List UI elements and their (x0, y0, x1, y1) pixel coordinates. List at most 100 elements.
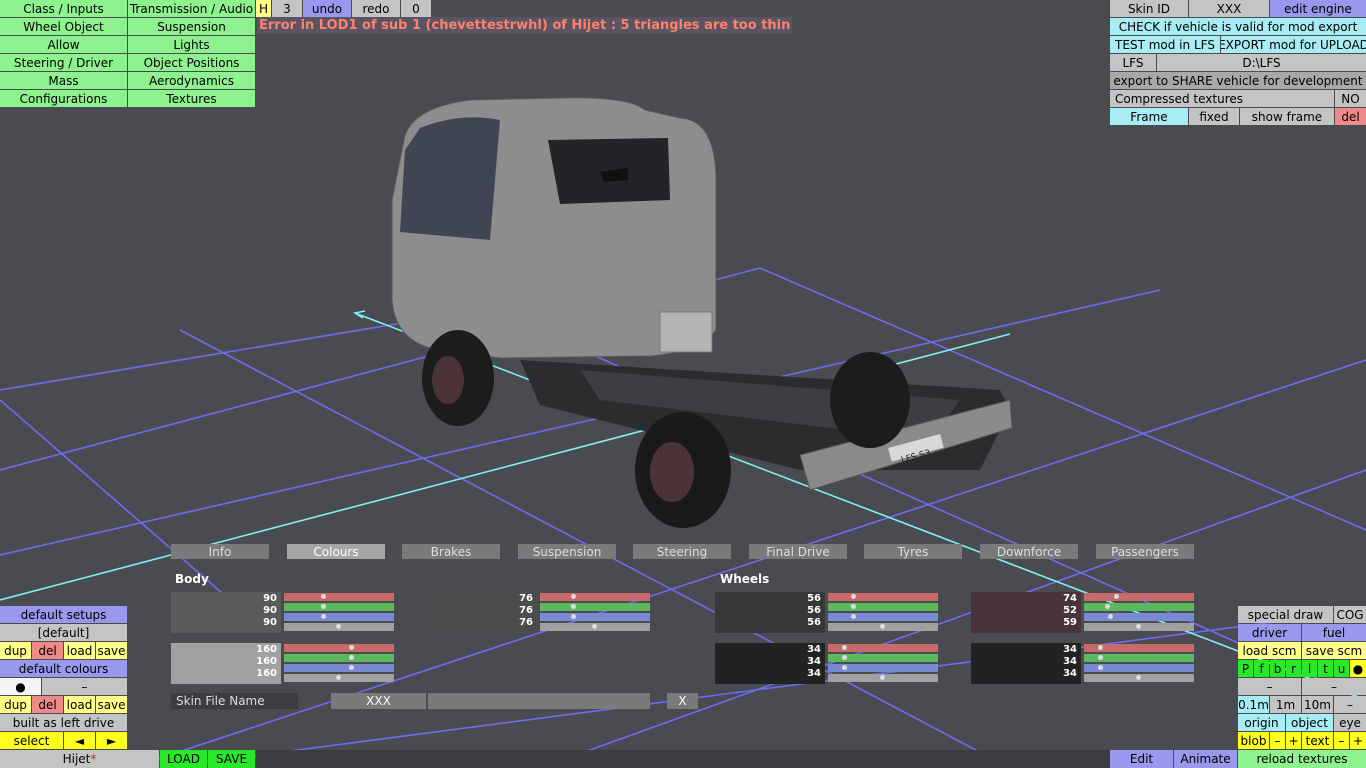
menu-wheel-object[interactable]: Wheel Object (0, 18, 127, 35)
alpha-slider[interactable] (1084, 623, 1194, 631)
draw-toggle-f[interactable]: f (1254, 660, 1269, 677)
blue-slider[interactable] (1084, 664, 1194, 672)
alpha-slider[interactable] (1084, 674, 1194, 682)
scale-dash-left[interactable]: – (1238, 678, 1301, 695)
red-slider[interactable] (828, 644, 938, 652)
slider-knob[interactable] (321, 604, 326, 609)
text-minus-button[interactable]: – (1334, 732, 1349, 749)
frame-button[interactable]: Frame (1110, 108, 1188, 125)
green-slider[interactable] (1084, 603, 1194, 611)
slider-knob[interactable] (1105, 604, 1110, 609)
blue-slider[interactable] (828, 613, 938, 621)
blob-plus-button[interactable]: + (1286, 732, 1301, 749)
slider-knob[interactable] (592, 624, 597, 629)
wheel-colour-3-swatch[interactable]: 34 34 34 (715, 643, 825, 684)
slider-knob[interactable] (842, 645, 847, 650)
menu-aerodynamics[interactable]: Aerodynamics (128, 72, 255, 89)
slider-knob[interactable] (571, 614, 576, 619)
view-eye-button[interactable]: eye (1334, 714, 1366, 731)
tab-passengers[interactable]: Passengers (1096, 544, 1194, 559)
redo-button[interactable]: redo (352, 0, 400, 17)
colour-del-button[interactable]: del (32, 696, 63, 713)
draw-toggle-dot[interactable]: ● (1350, 660, 1366, 677)
text-plus-button[interactable]: + (1350, 732, 1366, 749)
body-colour-1-swatch[interactable]: 90 90 90 (171, 592, 281, 633)
blue-slider[interactable] (540, 613, 650, 621)
draw-toggle-b[interactable]: b (1270, 660, 1285, 677)
grid-1m-button[interactable]: 1m (1270, 696, 1301, 713)
skin-clear-button[interactable]: X (667, 693, 698, 709)
alpha-slider[interactable] (540, 623, 650, 631)
alpha-slider[interactable] (284, 623, 394, 631)
slider-knob[interactable] (349, 645, 354, 650)
edit-engine-button[interactable]: edit engine (1270, 0, 1366, 17)
blue-slider[interactable] (284, 613, 394, 621)
tab-suspension[interactable]: Suspension (518, 544, 616, 559)
setup-del-button[interactable]: del (32, 642, 63, 659)
test-mod-button[interactable]: TEST mod in LFS (1110, 36, 1220, 53)
lod-number[interactable]: 3 (272, 0, 302, 17)
slider-knob[interactable] (1098, 655, 1103, 660)
menu-configurations[interactable]: Configurations (0, 90, 127, 107)
slider-knob[interactable] (571, 604, 576, 609)
tab-brakes[interactable]: Brakes (402, 544, 500, 559)
h-button[interactable]: H (256, 0, 271, 17)
slider-knob[interactable] (1108, 614, 1113, 619)
colour-dup-button[interactable]: dup (0, 696, 31, 713)
wheel-colour-1-swatch[interactable]: 56 56 56 (715, 592, 825, 633)
slider-knob[interactable] (321, 594, 326, 599)
compressed-textures-toggle[interactable]: NO (1335, 90, 1366, 107)
fixed-button[interactable]: fixed (1189, 108, 1239, 125)
slider-knob[interactable] (571, 594, 576, 599)
draw-toggle-p[interactable]: P (1238, 660, 1253, 677)
tab-downforce[interactable]: Downforce (980, 544, 1078, 559)
select-prev-button[interactable]: ◄ (64, 732, 95, 749)
green-slider[interactable] (828, 654, 938, 662)
slider-knob[interactable] (321, 614, 326, 619)
green-slider[interactable] (284, 603, 394, 611)
body-colour-3-swatch[interactable]: 160 160 160 (171, 643, 281, 684)
check-valid-button[interactable]: CHECK if vehicle is valid for mod export (1110, 18, 1366, 35)
red-slider[interactable] (828, 593, 938, 601)
blue-slider[interactable] (828, 664, 938, 672)
wheel-colour-4-swatch[interactable]: 34 34 34 (971, 643, 1081, 684)
wheel-colour-2-swatch[interactable]: 74 52 59 (971, 592, 1081, 633)
slider-knob[interactable] (1114, 594, 1119, 599)
select-next-button[interactable]: ► (96, 732, 127, 749)
slider-knob[interactable] (842, 655, 847, 660)
setup-load-button[interactable]: load (64, 642, 95, 659)
skin-file-name-field[interactable] (428, 693, 650, 709)
red-slider[interactable] (284, 593, 394, 601)
setup-dup-button[interactable]: dup (0, 642, 31, 659)
delete-frame-button[interactable]: del (1335, 108, 1366, 125)
text-button[interactable]: text (1302, 732, 1333, 749)
skin-id-value[interactable]: XXX (1189, 0, 1269, 17)
save-scm-button[interactable]: save scm (1302, 642, 1366, 659)
blue-slider[interactable] (284, 664, 394, 672)
body-colour-2-swatch[interactable]: 76 76 76 (427, 592, 537, 633)
menu-mass[interactable]: Mass (0, 72, 127, 89)
reload-textures-button[interactable]: reload textures (1238, 750, 1366, 768)
view-origin-button[interactable]: origin (1238, 714, 1285, 731)
slider-knob[interactable] (851, 614, 856, 619)
green-slider[interactable] (284, 654, 394, 662)
blob-minus-button[interactable]: – (1270, 732, 1285, 749)
alpha-slider[interactable] (828, 674, 938, 682)
green-slider[interactable] (1084, 654, 1194, 662)
export-share-button[interactable]: export to SHARE vehicle for development (1110, 72, 1366, 89)
slider-knob[interactable] (880, 675, 885, 680)
slider-knob[interactable] (880, 624, 885, 629)
tab-tyres[interactable]: Tyres (864, 544, 962, 559)
colour-load-button[interactable]: load (64, 696, 95, 713)
slider-knob[interactable] (1098, 645, 1103, 650)
colour-preset-dot[interactable]: ● (0, 678, 41, 695)
slider-knob[interactable] (1098, 665, 1103, 670)
green-slider[interactable] (828, 603, 938, 611)
default-colours-button[interactable]: default colours (0, 660, 127, 677)
draw-toggle-r[interactable]: r (1286, 660, 1301, 677)
grid-01m-button[interactable]: 0.1m (1238, 696, 1269, 713)
grid-10m-button[interactable]: 10m (1302, 696, 1333, 713)
built-left-drive-toggle[interactable]: built as left drive (0, 714, 127, 731)
draw-toggle-u[interactable]: u (1334, 660, 1349, 677)
colour-preset-dash[interactable]: – (42, 678, 127, 695)
